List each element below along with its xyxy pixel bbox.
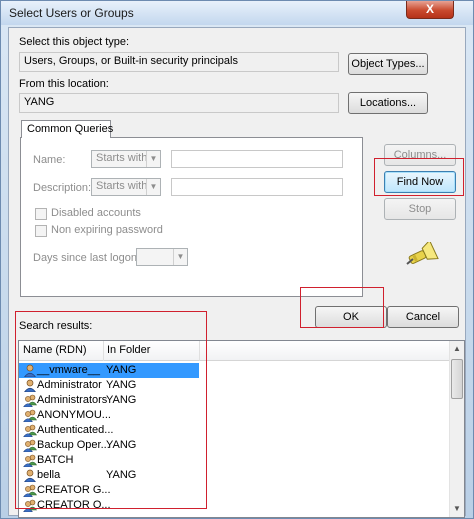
name-input[interactable] (171, 150, 343, 168)
locations-button[interactable]: Locations... (348, 92, 428, 114)
highlight-box-results (15, 311, 207, 509)
object-types-button[interactable]: Object Types... (348, 53, 428, 75)
name-match-value: Starts with (96, 152, 148, 164)
description-input[interactable] (171, 178, 343, 196)
description-label: Description: (33, 182, 92, 194)
name-match-select[interactable]: Starts with ▼ (91, 150, 161, 168)
disabled-accounts-checkbox[interactable] (35, 208, 47, 220)
disabled-accounts-label: Disabled accounts (51, 207, 141, 219)
select-users-dialog: Select Users or Groups X Select this obj… (0, 0, 474, 519)
common-queries-panel: Name: Starts with ▼ Description: Starts … (20, 137, 363, 297)
object-type-field: Users, Groups, or Built-in security prin… (19, 52, 339, 72)
non-expiring-password-label: Non expiring password (51, 224, 163, 236)
cancel-button[interactable]: Cancel (387, 306, 459, 328)
scroll-thumb[interactable] (451, 359, 463, 399)
name-label: Name: (33, 154, 66, 166)
location-label: From this location: (19, 78, 109, 90)
non-expiring-password-checkbox[interactable] (35, 225, 47, 237)
chevron-down-icon: ▼ (146, 179, 160, 195)
window-title: Select Users or Groups (9, 6, 134, 20)
days-since-logon-select[interactable]: ▼ (136, 248, 188, 266)
results-scrollbar[interactable]: ▲ ▼ (449, 341, 464, 517)
location-field: YANG (19, 93, 339, 113)
title-bar[interactable]: Select Users or Groups X (1, 1, 473, 25)
description-match-value: Starts with (96, 180, 148, 192)
tab-common-queries[interactable]: Common Queries (21, 120, 113, 138)
close-button[interactable]: X (406, 1, 454, 19)
object-type-label: Select this object type: (19, 36, 130, 48)
days-since-logon-label: Days since last logon: (33, 252, 140, 264)
chevron-down-icon: ▼ (173, 249, 187, 265)
search-flashlight-icon (406, 242, 439, 265)
scroll-down-icon[interactable]: ▼ (450, 501, 464, 517)
object-type-value: Users, Groups, or Built-in security prin… (24, 55, 238, 67)
stop-button[interactable]: Stop (384, 198, 456, 220)
highlight-box-find-now (374, 158, 464, 196)
location-value: YANG (24, 96, 55, 108)
description-match-select[interactable]: Starts with ▼ (91, 178, 161, 196)
highlight-box-ok (300, 287, 384, 328)
scroll-up-icon[interactable]: ▲ (450, 341, 464, 357)
chevron-down-icon: ▼ (146, 151, 160, 167)
close-icon: X (425, 2, 434, 16)
